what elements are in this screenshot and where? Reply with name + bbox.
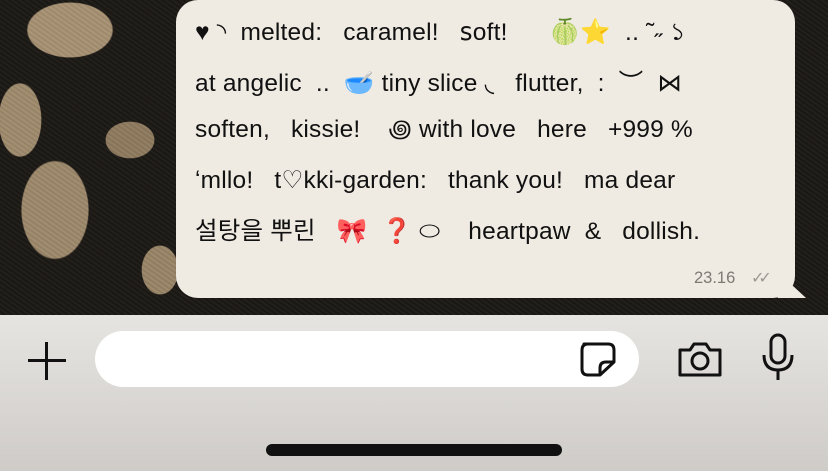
message-line-3: soften, kissie! ꩜ with love here +999 % (195, 116, 693, 143)
message-line-4: ʻmllo! t♡kki-garden: thank you! ma dear (195, 167, 676, 194)
message-timestamp: 23.16 (694, 269, 736, 287)
plus-icon[interactable] (26, 340, 68, 382)
message-bubble-tail (778, 272, 806, 298)
message-line-5: 설탕을 뿌린 🎀 ❓ ⬭ heartpaw & dollish. (195, 218, 701, 245)
read-receipt-icon: ✓✓ (751, 270, 772, 287)
message-line-1: ♥ ◝ melted: caramel! ꜱoft! 🍈⭐ .. ˜˶ ১ (195, 19, 686, 46)
home-indicator (266, 444, 562, 456)
message-line-2: at angelic .. 🥣 tiny slice ◟ flutter, : … (195, 70, 683, 97)
camera-icon[interactable] (676, 340, 724, 378)
microphone-icon[interactable] (758, 333, 798, 383)
sticker-icon[interactable] (578, 340, 618, 378)
message-input[interactable] (95, 331, 639, 387)
